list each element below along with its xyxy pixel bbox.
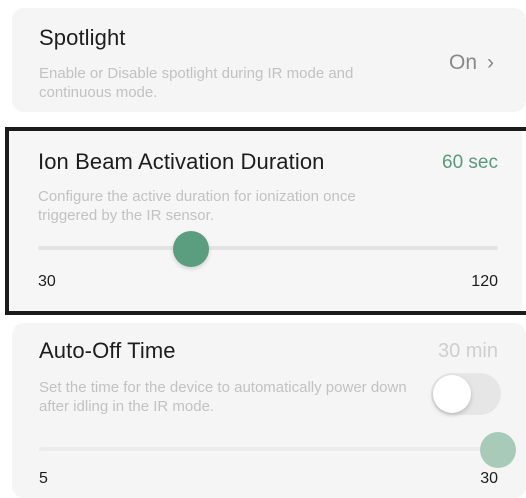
ion-beam-title: Ion Beam Activation Duration [38, 149, 325, 174]
spotlight-value[interactable]: On › [449, 51, 494, 75]
ion-beam-slider-thumb[interactable] [173, 231, 210, 267]
ion-beam-setting-card: Ion Beam Activation Duration 60 sec Conf… [8, 131, 522, 313]
ion-beam-value: 60 sec [442, 152, 498, 173]
auto-off-description: Set the time for the device to automatic… [39, 379, 407, 415]
spotlight-setting-card[interactable]: Spotlight Enable or Disable spotlight du… [12, 8, 526, 112]
auto-off-toggle-knob [433, 375, 471, 413]
auto-off-toggle[interactable] [431, 373, 501, 415]
auto-off-slider-thumb[interactable] [480, 432, 516, 468]
auto-off-title: Auto-Off Time [39, 338, 176, 363]
spotlight-value-label: On [448, 51, 477, 74]
auto-off-setting-card: Auto-Off Time 30 min Set the time for th… [12, 323, 526, 498]
auto-off-value: 30 min [437, 340, 498, 362]
auto-off-slider-track[interactable] [39, 447, 498, 451]
auto-off-slider-max-label: 30 [480, 470, 498, 487]
spotlight-title: Spotlight [39, 25, 126, 50]
auto-off-slider-min-label: 5 [39, 470, 48, 487]
ion-beam-slider-min-label: 30 [38, 273, 56, 290]
ion-beam-slider-max-label: 120 [471, 273, 498, 290]
spotlight-description: Enable or Disable spotlight during IR mo… [39, 65, 354, 101]
ion-beam-description: Configure the active duration for ioniza… [38, 188, 356, 224]
chevron-right-icon: › [487, 51, 494, 74]
ion-beam-slider-track[interactable] [38, 246, 498, 250]
